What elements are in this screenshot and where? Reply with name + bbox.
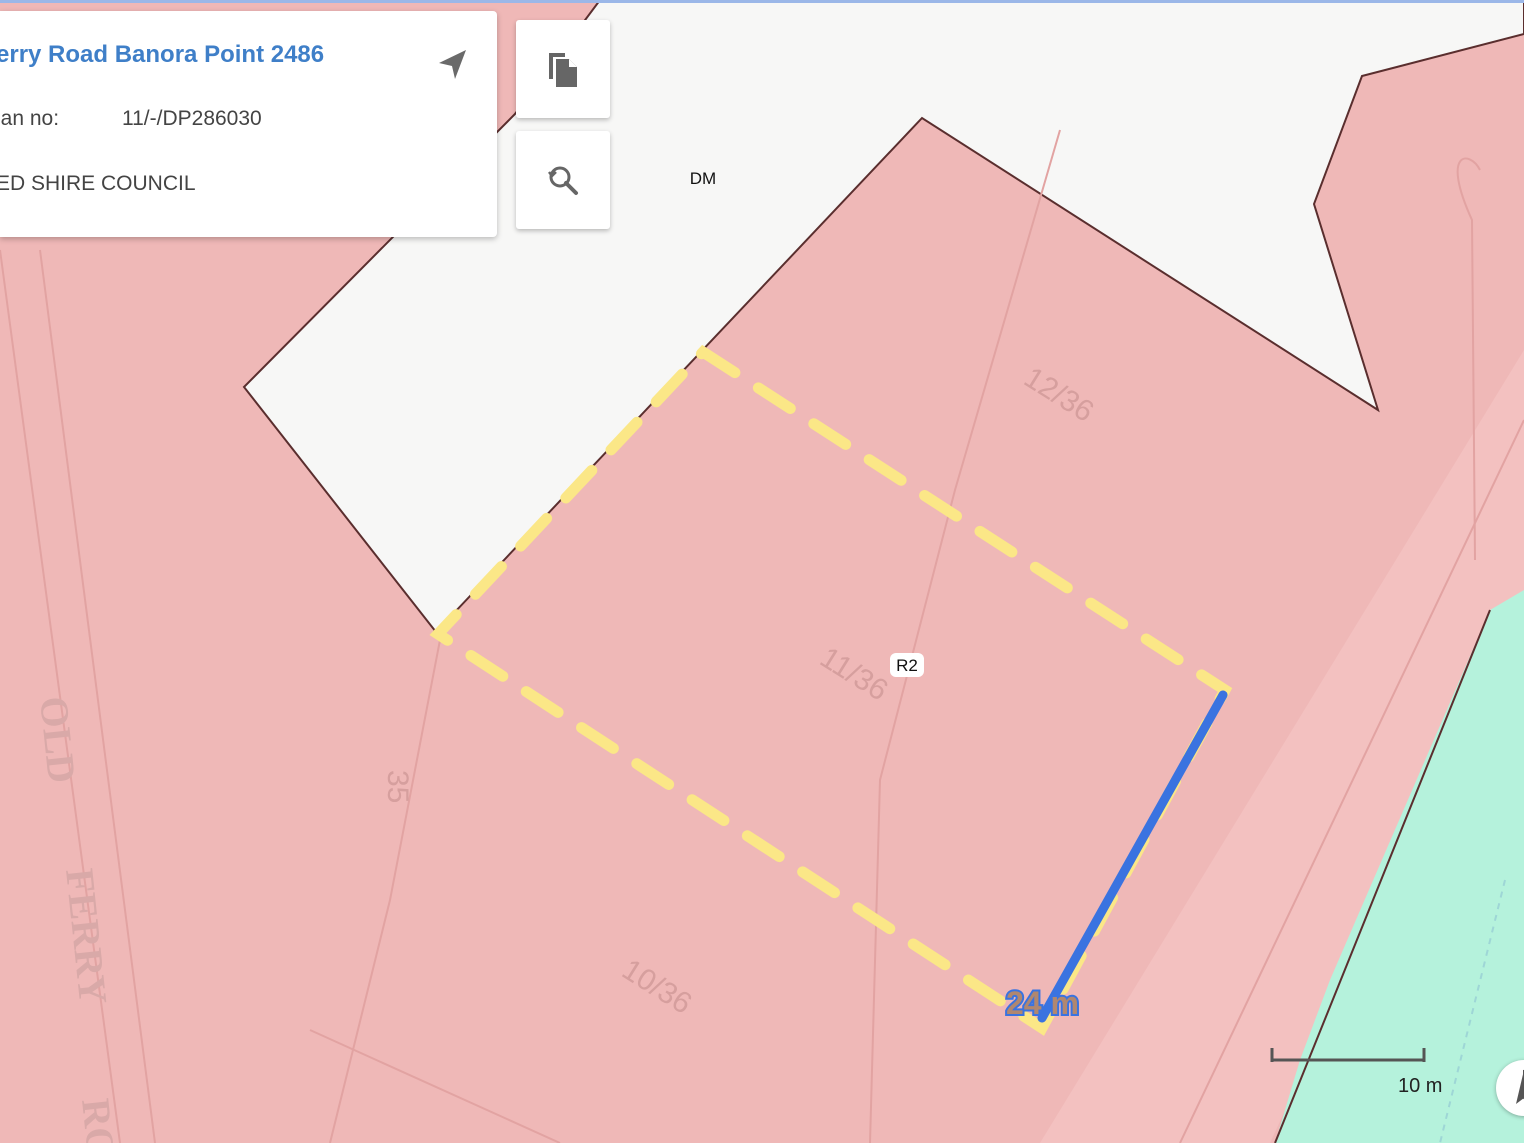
street-word-road: RO xyxy=(73,1096,124,1143)
plan-no-value: 11/-/DP286030 xyxy=(122,107,262,130)
zone-label-dm-text: DM xyxy=(690,169,716,188)
property-info-card: erry Road Banora Point 2486 lan no: 11/-… xyxy=(0,11,497,237)
lot-label-35: 35 xyxy=(381,770,414,803)
property-address[interactable]: erry Road Banora Point 2486 xyxy=(0,41,324,69)
navigate-icon[interactable] xyxy=(432,45,472,85)
compass-button[interactable] xyxy=(1496,1060,1524,1116)
measurement-label: 24 m xyxy=(1006,985,1079,1021)
copy-icon xyxy=(549,53,577,87)
scale-bar-label: 10 m xyxy=(1398,1075,1442,1097)
zone-label-r2-text: R2 xyxy=(896,656,918,675)
zoom-reset-button[interactable] xyxy=(516,131,610,229)
street-word-old: OLD xyxy=(31,694,85,785)
copy-button[interactable] xyxy=(516,20,610,118)
zoom-reset-icon xyxy=(548,166,578,195)
plan-no-label: lan no: xyxy=(0,107,60,130)
zone-label-r2: R2 xyxy=(890,653,924,677)
zone-label-dm: DM xyxy=(690,169,716,188)
top-accent-bar xyxy=(0,0,1524,3)
council-name: ED SHIRE COUNCIL xyxy=(0,172,196,195)
compass-icon xyxy=(1516,1070,1524,1104)
